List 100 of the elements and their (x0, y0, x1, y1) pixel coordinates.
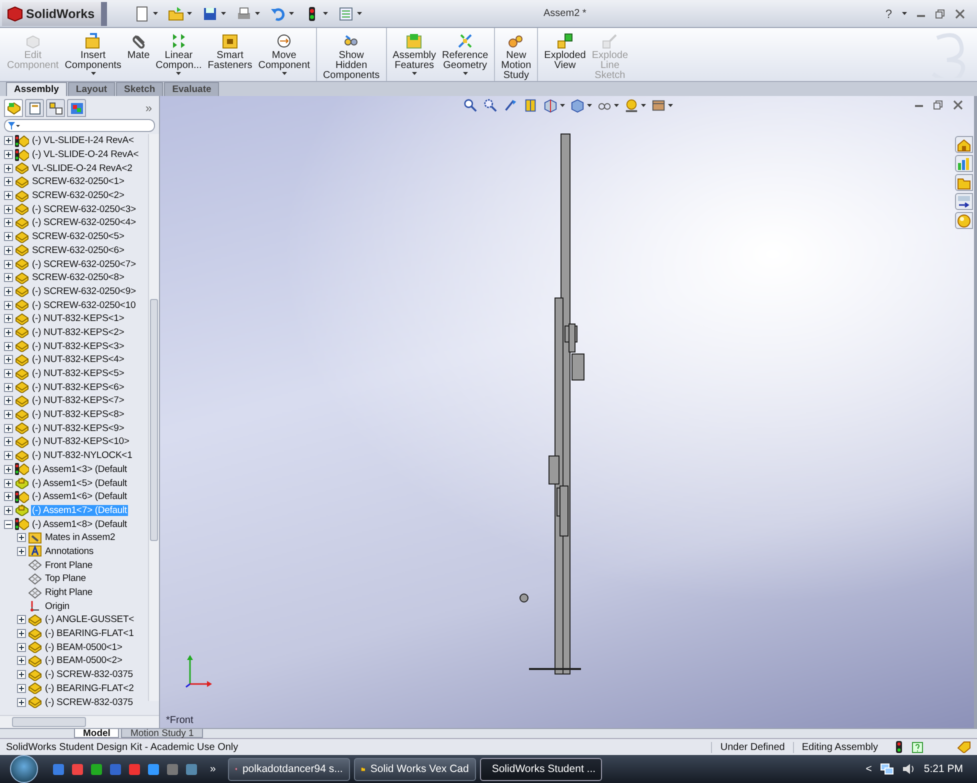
tree-item[interactable]: (-) NUT-832-KEPS<6> (31, 382, 126, 393)
ribbon-button[interactable]: Show Hidden Components (316, 28, 383, 81)
mail-icon[interactable] (71, 762, 84, 776)
help-icon[interactable] (912, 742, 923, 752)
taskbar-button[interactable]: polkadotdancer94 s... (228, 758, 350, 780)
expand-toggle[interactable] (17, 533, 26, 542)
tree-item[interactable]: (-) NUT-832-KEPS<3> (31, 340, 126, 352)
more-launch-button[interactable]: » (210, 763, 216, 775)
ribbon-button[interactable]: Reference Geometry (439, 28, 492, 81)
task-pane-tab[interactable] (955, 212, 973, 229)
display-style-icon[interactable] (570, 98, 585, 113)
save-icon[interactable] (202, 6, 218, 22)
collapse-toggle[interactable] (4, 520, 13, 529)
command-tab[interactable]: Layout (68, 82, 116, 96)
dropdown-caret-icon[interactable] (220, 12, 226, 15)
expand-toggle[interactable] (4, 286, 13, 296)
expand-toggle[interactable] (4, 136, 13, 146)
tree-item[interactable]: (-) SCREW-832-0375 (44, 669, 134, 680)
tree-item[interactable]: (-) Assem1<6> (Default (31, 491, 128, 502)
tree-item[interactable]: (-) NUT-832-KEPS<4> (31, 354, 126, 366)
expand-toggle[interactable] (17, 656, 26, 666)
command-tab[interactable]: Sketch (116, 82, 164, 96)
ribbon-button[interactable]: Mate (124, 28, 153, 81)
panel-tab[interactable] (46, 99, 65, 117)
expand-toggle[interactable] (4, 260, 13, 269)
ribbon-button[interactable]: Exploded View (537, 28, 589, 81)
dropdown-caret-icon[interactable] (176, 72, 182, 75)
tree-item[interactable]: Origin (44, 600, 70, 612)
expand-toggle[interactable] (4, 328, 13, 337)
tree-item[interactable]: Front Plane (44, 560, 94, 571)
ribbon-button[interactable]: Assembly Features (386, 28, 440, 81)
options-icon[interactable] (338, 6, 354, 22)
taskbar-button[interactable]: SolidWorks Student ... (480, 758, 602, 780)
dropdown-caret-icon[interactable] (587, 104, 592, 107)
expand-toggle[interactable] (4, 478, 13, 488)
dropdown-caret-icon[interactable] (356, 12, 362, 15)
ribbon-button[interactable]: Linear Compon... (152, 28, 205, 81)
tree-item[interactable]: (-) Assem1<8> (Default (31, 518, 128, 530)
expand-toggle[interactable] (17, 670, 26, 680)
tag-icon[interactable] (957, 741, 971, 753)
tree-item[interactable]: (-) SCREW-632-0250<9> (31, 286, 137, 297)
tree-item[interactable]: (-) NUT-832-KEPS<2> (31, 326, 126, 338)
expand-toggle[interactable] (4, 300, 13, 310)
tree-item[interactable]: (-) VL-SLIDE-I-24 RevA< (31, 135, 135, 146)
tree-item[interactable]: (-) BEARING-FLAT<2 (44, 682, 135, 694)
dropdown-caret-icon[interactable] (254, 12, 260, 15)
expand-toggle[interactable] (4, 218, 13, 228)
close-icon[interactable] (953, 100, 963, 110)
tree-item[interactable]: SCREW-632-0250<8> (31, 272, 126, 284)
tree-item[interactable]: (-) SCREW-632-0250<4> (31, 217, 137, 228)
speaker-icon[interactable] (902, 763, 916, 775)
more-tabs-button[interactable]: » (145, 101, 155, 115)
expand-toggle[interactable] (4, 191, 13, 200)
desktop-icon[interactable] (52, 762, 65, 776)
dropdown-caret-icon[interactable] (412, 72, 417, 75)
tree-item[interactable]: (-) SCREW-832-0375 (44, 696, 134, 708)
dropdown-caret-icon[interactable] (282, 72, 287, 75)
globe-icon[interactable] (147, 762, 160, 776)
expand-toggle[interactable] (4, 355, 13, 364)
tree-item[interactable]: VL-SLIDE-O-24 RevA<2 (31, 162, 134, 174)
bottom-tab[interactable]: Motion Study 1 (121, 729, 203, 738)
dropdown-caret-icon[interactable] (614, 104, 619, 107)
expand-toggle[interactable] (17, 615, 26, 624)
tree-item[interactable]: (-) NUT-832-KEPS<9> (31, 422, 126, 434)
expand-toggle[interactable] (4, 506, 13, 515)
expand-toggle[interactable] (4, 232, 13, 242)
taskbar-button[interactable]: Solid Works Vex Cad (354, 758, 476, 780)
tree-item[interactable]: SCREW-632-0250<6> (31, 244, 126, 256)
expand-toggle[interactable] (4, 150, 13, 160)
expand-toggle[interactable] (4, 451, 13, 460)
expand-toggle[interactable] (4, 410, 13, 420)
panel-tab[interactable] (4, 99, 23, 117)
tree-item[interactable]: Annotations (44, 546, 95, 557)
tree-item[interactable]: (-) SCREW-632-0250<7> (31, 258, 137, 270)
tree-item[interactable]: (-) SCREW-632-0250<3> (31, 204, 137, 215)
tree-item[interactable]: (-) Assem1<5> (Default (31, 478, 128, 489)
help-button[interactable]: ? (885, 6, 892, 20)
command-tab[interactable]: Assembly (6, 82, 67, 96)
spreadsheet-icon[interactable] (90, 762, 103, 776)
horizontal-scrollbar[interactable] (0, 715, 159, 728)
expand-toggle[interactable] (17, 629, 26, 638)
dropdown-caret-icon[interactable] (462, 72, 468, 75)
dropdown-caret-icon[interactable] (152, 12, 158, 15)
tree-item[interactable]: (-) Assem1<3> (Default (31, 464, 128, 475)
ribbon-button[interactable]: New Motion Study (494, 28, 534, 81)
tree-item[interactable]: (-) NUT-832-KEPS<5> (31, 368, 126, 380)
expand-toggle[interactable] (4, 437, 13, 446)
tree-item[interactable]: (-) NUT-832-KEPS<10> (31, 436, 130, 448)
tree-item[interactable]: Top Plane (44, 573, 87, 584)
expand-toggle[interactable] (17, 698, 26, 707)
previous-view-icon[interactable] (503, 98, 518, 113)
expand-toggle[interactable] (4, 314, 13, 324)
ribbon-button[interactable]: Insert Components (62, 28, 124, 81)
expand-toggle[interactable] (4, 273, 13, 282)
tree-item[interactable]: (-) SCREW-632-0250<10 (31, 300, 137, 311)
filter-field[interactable] (4, 119, 155, 132)
tree-item[interactable]: SCREW-632-0250<5> (31, 231, 126, 242)
scrollbar-thumb[interactable] (150, 299, 158, 541)
expand-toggle[interactable] (17, 642, 26, 652)
tree-item[interactable]: Mates in Assem2 (44, 532, 116, 544)
